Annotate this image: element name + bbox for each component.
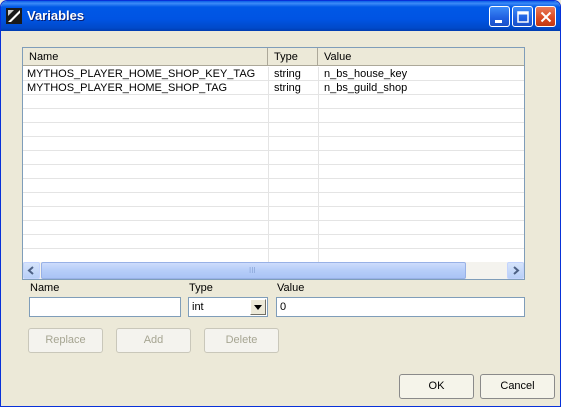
variables-list[interactable]: Name Type Value MYTHOS_PLAYER_HOME_SHOP_… <box>22 47 525 280</box>
value-input[interactable]: 0 <box>276 297 525 317</box>
column-header-value[interactable]: Value <box>318 48 524 66</box>
delete-button[interactable]: Delete <box>204 328 279 353</box>
list-header: Name Type Value <box>23 48 524 66</box>
type-label: Type <box>189 282 213 294</box>
type-dropdown-button[interactable] <box>250 299 266 315</box>
empty-row <box>23 179 524 193</box>
empty-row <box>23 193 524 207</box>
maximize-icon <box>517 11 529 23</box>
row-type: string <box>274 82 301 94</box>
scroll-grip: III <box>249 266 256 275</box>
replace-button[interactable]: Replace <box>28 328 103 353</box>
name-input[interactable] <box>29 297 181 317</box>
scroll-right-button[interactable] <box>507 262 524 279</box>
empty-row <box>23 95 524 109</box>
scroll-thumb[interactable]: III <box>41 262 466 279</box>
empty-row <box>23 165 524 179</box>
empty-row <box>23 123 524 137</box>
row-name: MYTHOS_PLAYER_HOME_SHOP_TAG <box>27 82 228 94</box>
table-row[interactable]: MYTHOS_PLAYER_HOME_SHOP_TAG string n_bs_… <box>23 81 524 95</box>
add-button[interactable]: Add <box>116 328 191 353</box>
close-icon <box>540 11 552 23</box>
horizontal-scrollbar[interactable]: III <box>23 262 524 279</box>
row-value: n_bs_guild_shop <box>324 82 408 94</box>
dialog-body: Name Type Value MYTHOS_PLAYER_HOME_SHOP_… <box>4 31 557 404</box>
value-label: Value <box>277 282 305 294</box>
empty-row <box>23 109 524 123</box>
row-value: n_bs_house_key <box>324 68 408 80</box>
ok-button[interactable]: OK <box>399 374 474 399</box>
scroll-left-button[interactable] <box>23 262 40 279</box>
window-title: Variables <box>27 8 85 23</box>
type-select[interactable]: int <box>188 297 268 317</box>
row-type: string <box>274 68 301 80</box>
minimize-icon <box>495 20 502 23</box>
list-rows: MYTHOS_PLAYER_HOME_SHOP_KEY_TAG string n… <box>23 67 524 249</box>
column-header-name[interactable]: Name <box>23 48 268 66</box>
app-icon <box>6 8 22 24</box>
cancel-button[interactable]: Cancel <box>480 374 555 399</box>
close-button[interactable] <box>535 6 556 27</box>
table-row[interactable]: MYTHOS_PLAYER_HOME_SHOP_KEY_TAG string n… <box>23 67 524 81</box>
empty-row <box>23 235 524 249</box>
empty-row <box>23 221 524 235</box>
minimize-button[interactable] <box>489 6 510 27</box>
empty-row <box>23 207 524 221</box>
empty-row <box>23 151 524 165</box>
row-name: MYTHOS_PLAYER_HOME_SHOP_KEY_TAG <box>27 68 256 80</box>
type-select-value: int <box>192 301 204 313</box>
title-bar[interactable]: Variables <box>1 1 560 31</box>
column-header-type[interactable]: Type <box>268 48 318 66</box>
arrow-left-icon <box>27 266 34 275</box>
chevron-down-icon <box>254 305 262 310</box>
variables-dialog: Variables Name Type Value MYTHOS_PLAYER_… <box>0 0 561 407</box>
name-label: Name <box>30 282 60 294</box>
empty-row <box>23 137 524 151</box>
maximize-button[interactable] <box>512 6 533 27</box>
arrow-right-icon <box>513 266 520 275</box>
